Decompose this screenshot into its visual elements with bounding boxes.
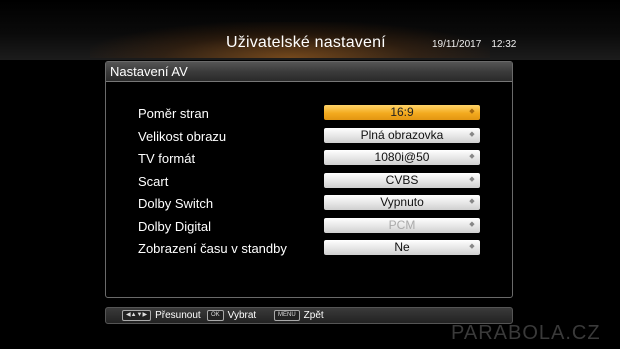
setting-label: Zobrazení času v standby (138, 241, 287, 256)
select-value: 1080i@50 (374, 150, 430, 164)
hint-select: OK Vybrat (207, 310, 256, 322)
setting-label: Dolby Switch (138, 196, 214, 211)
aspect-ratio-select[interactable]: 16:9 ◆ (324, 105, 480, 120)
hint-move: ◀▲▼▶ Přesunout (122, 310, 201, 322)
select-arrows-icon: ◆ (469, 153, 475, 160)
top-bar: Uživatelské nastavení 19/11/2017 12:32 (0, 0, 620, 60)
date-time: 19/11/2017 12:32 (432, 39, 526, 50)
hint-move-label: Přesunout (155, 310, 201, 322)
setting-row-dolby-switch[interactable]: Dolby Switch Vypnuto ◆ (138, 195, 508, 213)
dolby-digital-select[interactable]: PCM ◆ (324, 218, 480, 233)
setting-label: Scart (138, 174, 169, 189)
setting-label: Dolby Digital (138, 219, 211, 234)
setting-row-dolby-digital[interactable]: Dolby Digital PCM ◆ (138, 218, 508, 236)
setting-row-tv-format[interactable]: TV formát 1080i@50 ◆ (138, 150, 508, 168)
select-value: CVBS (385, 173, 419, 187)
menu-key-icon: MENU (274, 310, 300, 321)
hint-back: MENU Zpět (274, 310, 324, 322)
standby-clock-select[interactable]: Ne ◆ (324, 240, 480, 255)
scart-select[interactable]: CVBS ◆ (324, 173, 480, 188)
select-arrows-icon: ◆ (469, 131, 475, 138)
watermark: PARABOLA.CZ (451, 322, 601, 344)
setting-row-picture-size[interactable]: Velikost obrazu Plná obrazovka ◆ (138, 128, 508, 146)
select-arrows-icon: ◆ (469, 176, 475, 183)
panel-header: Nastavení AV (106, 62, 512, 82)
tv-format-select[interactable]: 1080i@50 ◆ (324, 150, 480, 165)
select-value: Vypnuto (380, 195, 424, 209)
select-arrows-icon: ◆ (469, 108, 475, 115)
time-text: 12:32 (491, 39, 517, 50)
setting-row-standby-clock[interactable]: Zobrazení času v standby Ne ◆ (138, 240, 508, 258)
select-value: 16:9 (390, 105, 414, 119)
screen-title: Uživatelské nastavení (226, 34, 386, 51)
ok-key-icon: OK (207, 310, 224, 321)
dolby-switch-select[interactable]: Vypnuto ◆ (324, 195, 480, 210)
panel-title: Nastavení AV (110, 64, 188, 79)
hint-back-label: Zpět (303, 310, 324, 322)
select-arrows-icon: ◆ (469, 243, 475, 250)
date-text: 19/11/2017 (432, 39, 482, 50)
select-arrows-icon: ◆ (469, 198, 475, 205)
setting-row-scart[interactable]: Scart CVBS ◆ (138, 173, 508, 191)
navigation-keys-icon: ◀▲▼▶ (122, 310, 152, 321)
select-value: PCM (388, 218, 416, 232)
settings-panel: Nastavení AV Poměr stran 16:9 ◆ Velikost… (105, 61, 513, 298)
select-value: Plná obrazovka (360, 128, 444, 142)
hint-select-label: Vybrat (227, 310, 257, 322)
setting-label: TV formát (138, 151, 196, 166)
select-value: Ne (394, 240, 410, 254)
select-arrows-icon: ◆ (469, 221, 475, 228)
setting-label: Poměr stran (138, 106, 209, 121)
picture-size-select[interactable]: Plná obrazovka ◆ (324, 128, 480, 143)
setting-row-aspect-ratio[interactable]: Poměr stran 16:9 ◆ (138, 105, 508, 123)
setting-label: Velikost obrazu (138, 129, 227, 144)
